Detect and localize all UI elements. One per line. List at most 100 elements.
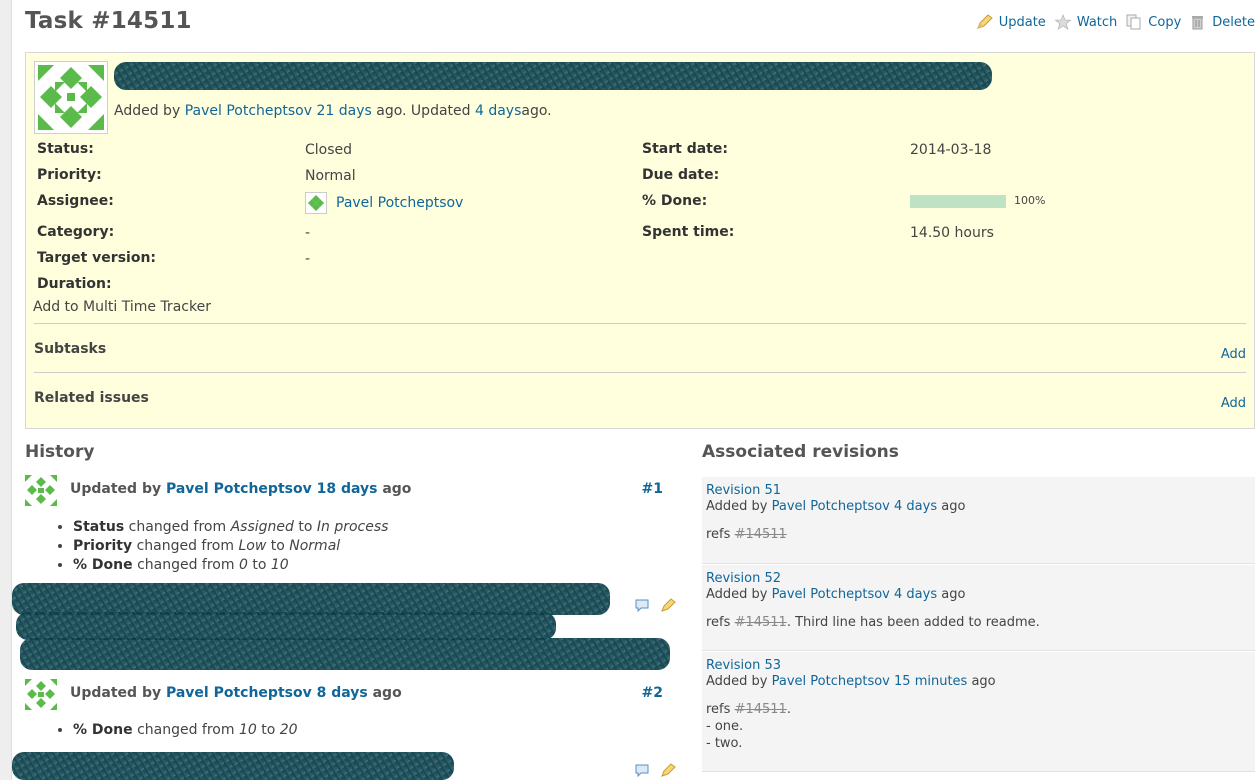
updated-by-text: Updated by xyxy=(70,685,162,701)
status-value: Closed xyxy=(305,142,353,158)
category-label: Category: xyxy=(37,224,115,240)
start-date-value: 2014-03-18 xyxy=(910,142,992,158)
quote-icon[interactable] xyxy=(634,763,650,778)
revision-link[interactable]: Revision 51 xyxy=(706,483,1251,498)
assignee-label: Assignee: xyxy=(37,193,114,209)
revision-author-line: Added by Pavel Potcheptsov 4 days ago xyxy=(706,587,1251,602)
update-button[interactable]: Update xyxy=(976,14,1046,30)
assignee-avatar-icon xyxy=(305,192,327,214)
journal-author-link[interactable]: Pavel Potcheptsov xyxy=(166,481,312,497)
watch-button[interactable]: Watch xyxy=(1054,14,1117,30)
pencil-icon[interactable] xyxy=(660,598,676,613)
detail-item: Priority changed from Low to Normal xyxy=(73,537,388,556)
refs-text: refs xyxy=(706,615,731,630)
detail-to-text: to xyxy=(270,538,285,554)
redacted-note xyxy=(12,583,610,615)
journal-1-actions xyxy=(634,598,676,613)
refs-text: refs xyxy=(706,702,731,717)
detail-field: % Done xyxy=(73,722,133,738)
revision-author-link[interactable]: Pavel Potcheptsov xyxy=(772,499,890,514)
multi-time-tracker-link[interactable]: Add to Multi Time Tracker xyxy=(33,299,211,315)
identicon-image xyxy=(38,65,104,130)
author-link[interactable]: Pavel Potcheptsov xyxy=(185,103,312,119)
journal-2-actions xyxy=(634,763,676,778)
revision-comment: refs #14511. - one. - two. xyxy=(706,701,1251,752)
journal-avatar-icon xyxy=(25,475,57,506)
revision-link[interactable]: Revision 52 xyxy=(706,571,1251,586)
issue-ref-link[interactable]: #14511 xyxy=(735,615,787,630)
detail-item: % Done changed from 10 to 20 xyxy=(73,721,298,740)
ago-text: ago xyxy=(971,674,996,689)
related-issues-title: Related issues xyxy=(34,390,149,406)
revision-comment: refs #14511. Third line has been added t… xyxy=(706,614,1251,631)
revision-time-link[interactable]: 15 minutes xyxy=(894,674,967,689)
detail-item: % Done changed from 0 to 10 xyxy=(73,556,388,575)
comment-rest: . Third line has been added to readme. xyxy=(786,615,1040,630)
detail-from: Low xyxy=(238,538,267,554)
detail-from: Assigned xyxy=(230,519,294,535)
detail-to: 20 xyxy=(279,722,298,738)
journal-number-link[interactable]: #1 xyxy=(642,481,663,497)
spent-time-link[interactable]: 14.50 hours xyxy=(910,225,994,241)
delete-button[interactable]: Delete xyxy=(1189,14,1255,30)
detail-text: changed from xyxy=(136,538,235,554)
issue-ref-link[interactable]: #14511 xyxy=(735,702,787,717)
copy-button[interactable]: Copy xyxy=(1125,14,1181,30)
category-value: - xyxy=(305,225,311,241)
ago-text: ago xyxy=(382,481,412,497)
journal-number-link[interactable]: #2 xyxy=(642,685,663,701)
status-label: Status: xyxy=(37,141,94,157)
redacted-subject xyxy=(114,62,992,90)
divider xyxy=(34,323,1246,324)
revision-time-link[interactable]: 4 days xyxy=(894,587,937,602)
added-ago-link[interactable]: 21 days xyxy=(316,103,371,119)
done-label: % Done: xyxy=(642,193,708,209)
target-version-value: - xyxy=(305,251,311,267)
journal-author-link[interactable]: Pavel Potcheptsov xyxy=(166,685,312,701)
detail-field: % Done xyxy=(73,557,133,573)
copy-icon xyxy=(1126,14,1141,30)
redacted-note xyxy=(20,638,670,670)
left-sidebar-strip xyxy=(0,0,12,780)
comment-line: - one. xyxy=(706,719,744,734)
watch-label: Watch xyxy=(1076,14,1118,30)
journal-author-line: Updated by Pavel Potcheptsov 18 days ago xyxy=(70,481,411,497)
assignee-link[interactable]: Pavel Potcheptsov xyxy=(336,195,463,211)
revision-time-link[interactable]: 4 days xyxy=(894,499,937,514)
redacted-note xyxy=(16,612,556,640)
ago-text: ago xyxy=(941,587,966,602)
issue-ref-link[interactable]: #14511 xyxy=(735,527,787,542)
issue-actions: Update Watch Copy Delete xyxy=(976,14,1255,30)
detail-to-text: to xyxy=(261,722,276,738)
added-by-text: Added by xyxy=(706,499,768,514)
journal-time-link[interactable]: 18 days xyxy=(317,481,378,497)
associated-revisions-title: Associated revisions xyxy=(702,442,899,462)
journal-time-link[interactable]: 8 days xyxy=(317,685,368,701)
journal-details-list: % Done changed from 10 to 20 xyxy=(55,721,298,740)
detail-text: changed from xyxy=(137,722,235,738)
revision-author-link[interactable]: Pavel Potcheptsov xyxy=(772,587,890,602)
ago-text: ago xyxy=(372,685,402,701)
done-progress-bar xyxy=(910,195,1006,208)
subtasks-add-link[interactable]: Add xyxy=(1221,347,1246,362)
detail-field: Priority xyxy=(73,538,133,554)
detail-text: changed from xyxy=(128,519,227,535)
related-issues-add-link[interactable]: Add xyxy=(1221,396,1246,411)
added-by-text: Added by xyxy=(706,587,768,602)
pencil-icon xyxy=(976,14,993,29)
journal-header: Updated by Pavel Potcheptsov 18 days ago… xyxy=(25,475,675,507)
detail-to-text: to xyxy=(298,519,313,535)
updated-ago-link[interactable]: 4 days xyxy=(475,103,521,119)
done-percent: 100% xyxy=(1014,194,1046,207)
due-date-label: Due date: xyxy=(642,167,720,183)
revision-author-link[interactable]: Pavel Potcheptsov xyxy=(772,674,890,689)
detail-from: 0 xyxy=(238,557,248,573)
ago-updated-text: ago. Updated xyxy=(376,103,471,119)
revision-link[interactable]: Revision 53 xyxy=(706,658,1251,673)
pencil-icon[interactable] xyxy=(660,763,676,778)
priority-label: Priority: xyxy=(37,167,102,183)
updated-by-text: Updated by xyxy=(70,481,162,497)
quote-icon[interactable] xyxy=(634,598,650,613)
revision-author-line: Added by Pavel Potcheptsov 4 days ago xyxy=(706,499,1251,514)
redacted-note xyxy=(12,752,454,780)
